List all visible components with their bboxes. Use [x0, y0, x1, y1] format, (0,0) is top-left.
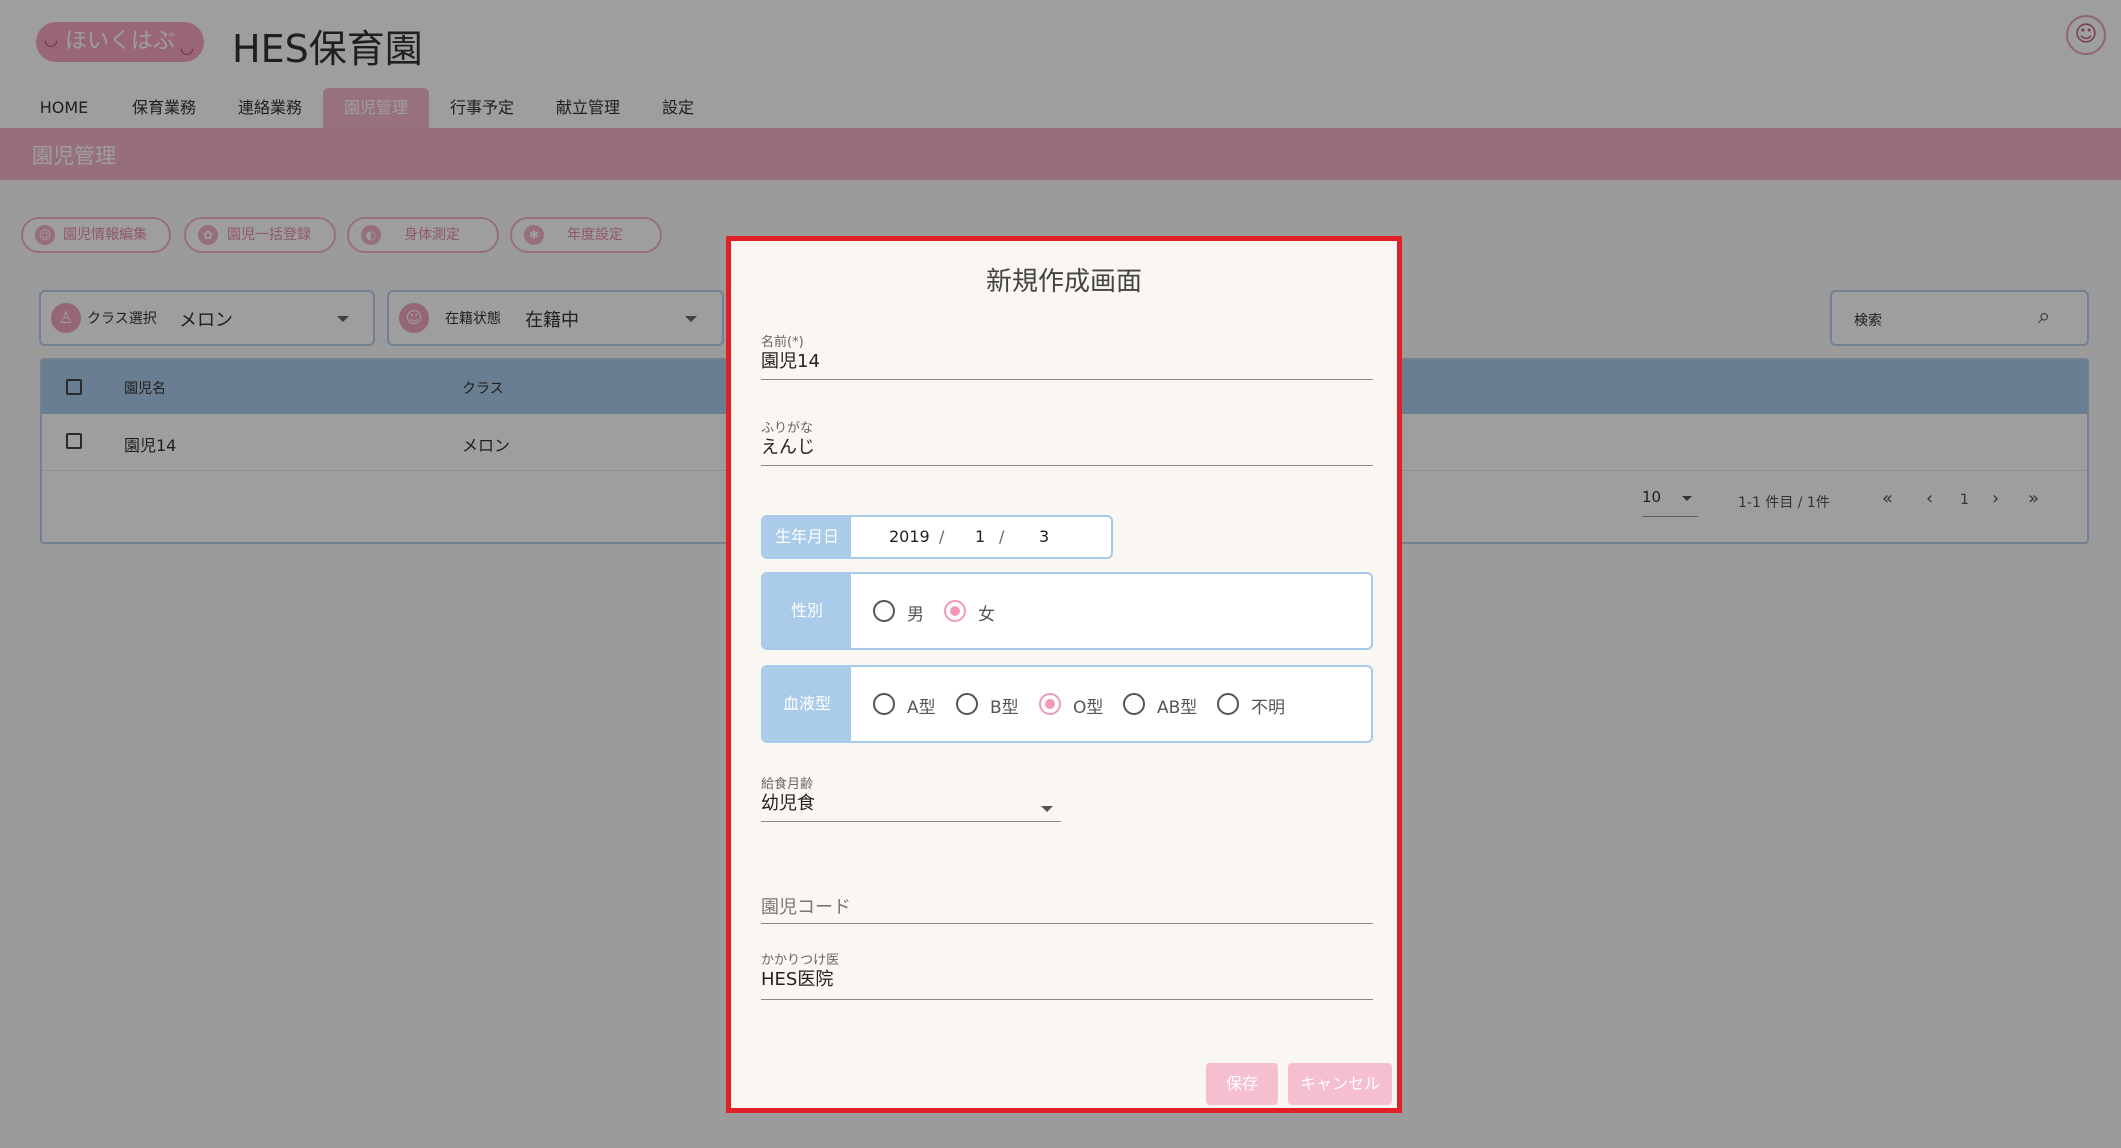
- gender-group: 性別 男 女: [761, 572, 1373, 650]
- gender-female-label[interactable]: 女: [978, 600, 995, 625]
- blood-b-label[interactable]: B型: [990, 693, 1019, 718]
- blood-type-group: 血液型 A型 B型 O型 AB型 不明: [761, 665, 1373, 743]
- blood-o-label[interactable]: O型: [1073, 693, 1103, 718]
- save-button[interactable]: 保存: [1206, 1063, 1278, 1105]
- birth-month-input[interactable]: 1: [975, 527, 985, 546]
- gender-female-radio[interactable]: [944, 600, 966, 622]
- meal-stage-select[interactable]: 給食月齢 幼児食: [761, 773, 1061, 825]
- blood-ab-label[interactable]: AB型: [1157, 693, 1197, 718]
- blood-unknown-radio[interactable]: [1217, 693, 1239, 715]
- dialog-title: 新規作成画面: [985, 267, 1142, 297]
- child-code-input[interactable]: 園児コード: [761, 893, 851, 919]
- birthdate-label: 生年月日: [763, 517, 851, 557]
- furigana-input[interactable]: えんじ: [761, 433, 815, 459]
- cancel-button[interactable]: キャンセル: [1288, 1063, 1392, 1105]
- blood-ab-radio[interactable]: [1123, 693, 1145, 715]
- new-child-dialog: 新規作成画面 名前(*) 園児14 ふりがな えんじ 生年月日 2019 / 1…: [726, 236, 1402, 1113]
- name-field[interactable]: 名前(*) 園児14: [761, 331, 1373, 381]
- child-code-field[interactable]: 園児コード: [761, 881, 1373, 931]
- gender-male-label[interactable]: 男: [907, 600, 924, 625]
- blood-a-radio[interactable]: [873, 693, 895, 715]
- name-input[interactable]: 園児14: [761, 347, 820, 373]
- blood-o-radio[interactable]: [1039, 693, 1061, 715]
- birth-day-input[interactable]: 3: [1039, 527, 1049, 546]
- meal-stage-value: 幼児食: [761, 793, 815, 814]
- gender-male-radio[interactable]: [873, 600, 895, 622]
- chevron-down-icon[interactable]: [1041, 806, 1053, 812]
- blood-unknown-label[interactable]: 不明: [1251, 693, 1285, 718]
- doctor-input[interactable]: HES医院: [761, 965, 833, 991]
- blood-type-label: 血液型: [763, 667, 851, 741]
- blood-a-label[interactable]: A型: [907, 693, 936, 718]
- birth-year-input[interactable]: 2019: [889, 527, 930, 546]
- doctor-field[interactable]: かかりつけ医 HES医院: [761, 949, 1373, 1001]
- gender-label: 性別: [763, 574, 851, 648]
- furigana-field[interactable]: ふりがな えんじ: [761, 417, 1373, 467]
- blood-b-radio[interactable]: [956, 693, 978, 715]
- birthdate-field[interactable]: 生年月日 2019 / 1 / 3: [761, 515, 1113, 559]
